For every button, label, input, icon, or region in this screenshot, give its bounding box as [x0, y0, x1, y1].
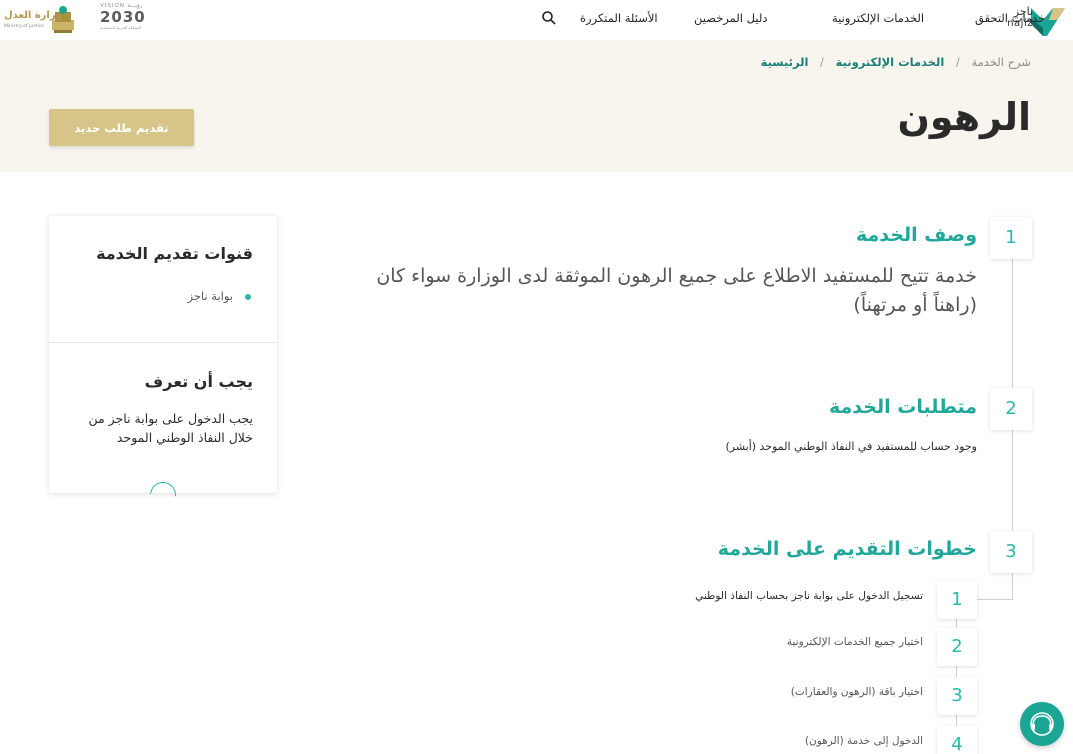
- page-hero: شرح الخدمة / الخدمات الإلكترونية / الرئي…: [0, 40, 1073, 172]
- step-text-4: الدخول إلى خدمة (الرهون): [804, 735, 923, 747]
- step-number-1: 1: [937, 581, 977, 619]
- nav-faq[interactable]: الأسئلة المتكررة: [580, 11, 658, 25]
- channels-title: قنوات تقديم الخدمة: [96, 244, 253, 263]
- support-icon: [1030, 712, 1054, 736]
- bullet-icon: [245, 293, 251, 300]
- section-requirements-text: وجود حساب للمستفيد في النفاذ الوطني المو…: [725, 440, 977, 453]
- timeline-connector: [977, 599, 1013, 600]
- nav-licensees-guide[interactable]: دليل المرخصين: [694, 11, 767, 25]
- step-number-3: 3: [937, 677, 977, 715]
- vision-caption: المملكة العربية السعودية: [100, 25, 142, 30]
- nav-e-services[interactable]: الخدمات الإلكترونية: [832, 11, 924, 25]
- step-text-2: اختيار جميع الخدمات الإلكترونية: [786, 636, 923, 648]
- search-icon[interactable]: [541, 10, 557, 26]
- step-number-4: 4: [937, 726, 977, 754]
- step-text-3: اختيار باقة (الرهون والعقارات): [790, 686, 923, 698]
- section-title-steps: خطوات التقديم على الخدمة: [717, 538, 977, 560]
- breadcrumb-home[interactable]: الرئيسية: [761, 55, 809, 69]
- step-number-2: 2: [937, 628, 977, 666]
- ministry-name-ar: وزارة العدل: [4, 10, 62, 21]
- step-text-1: تسجيل الدخول على بوابة ناجز بحساب النفاذ…: [695, 590, 923, 602]
- breadcrumb-current: شرح الخدمة: [971, 55, 1031, 69]
- breadcrumb-separator: /: [955, 55, 960, 69]
- new-request-button[interactable]: تقديم طلب جديد: [49, 109, 194, 146]
- loading-spinner-icon: [144, 476, 182, 514]
- know-text: يجب الدخول على بوابة ناجز من خلال النفاذ…: [88, 411, 253, 445]
- nav-verification-services[interactable]: خدمات التحقق: [975, 11, 1045, 25]
- ministry-name-en: Ministry of Justice: [4, 24, 44, 29]
- breadcrumb-separator: /: [820, 55, 824, 69]
- service-info-card: قنوات تقديم الخدمة بوابة ناجز يجب أن تعر…: [49, 216, 277, 514]
- top-navigation: ناجز najiz خدمات التحقق الخدمات الإلكترو…: [0, 0, 1073, 40]
- vision-2030-logo: VISION رؤيـــة 2030 المملكة العربية السع…: [100, 3, 146, 35]
- support-chat-button[interactable]: [1020, 702, 1064, 746]
- card-divider: [49, 342, 277, 343]
- breadcrumb: شرح الخدمة / الخدمات الإلكترونية / الرئي…: [761, 55, 1031, 69]
- section-title-description: وصف الخدمة: [855, 224, 977, 246]
- channel-label: بوابة ناجز: [187, 289, 233, 303]
- channel-item-najiz-portal[interactable]: بوابة ناجز: [187, 289, 251, 303]
- section-title-requirements: متطلبات الخدمة: [829, 396, 977, 418]
- ministry-logo: وزارة العدل Ministry of Justice: [4, 2, 76, 36]
- section-number-1: 1: [990, 217, 1032, 259]
- section-number-3: 3: [990, 531, 1032, 573]
- page-title: الرهون: [897, 95, 1031, 139]
- section-description-text: خدمة تتيح للمستفيد الاطلاع على جميع الره…: [376, 265, 977, 316]
- vision-year: 2030: [100, 8, 146, 26]
- section-number-2: 2: [990, 388, 1032, 430]
- breadcrumb-eservices[interactable]: الخدمات الإلكترونية: [836, 55, 945, 69]
- know-title: يجب أن تعرف: [144, 372, 253, 391]
